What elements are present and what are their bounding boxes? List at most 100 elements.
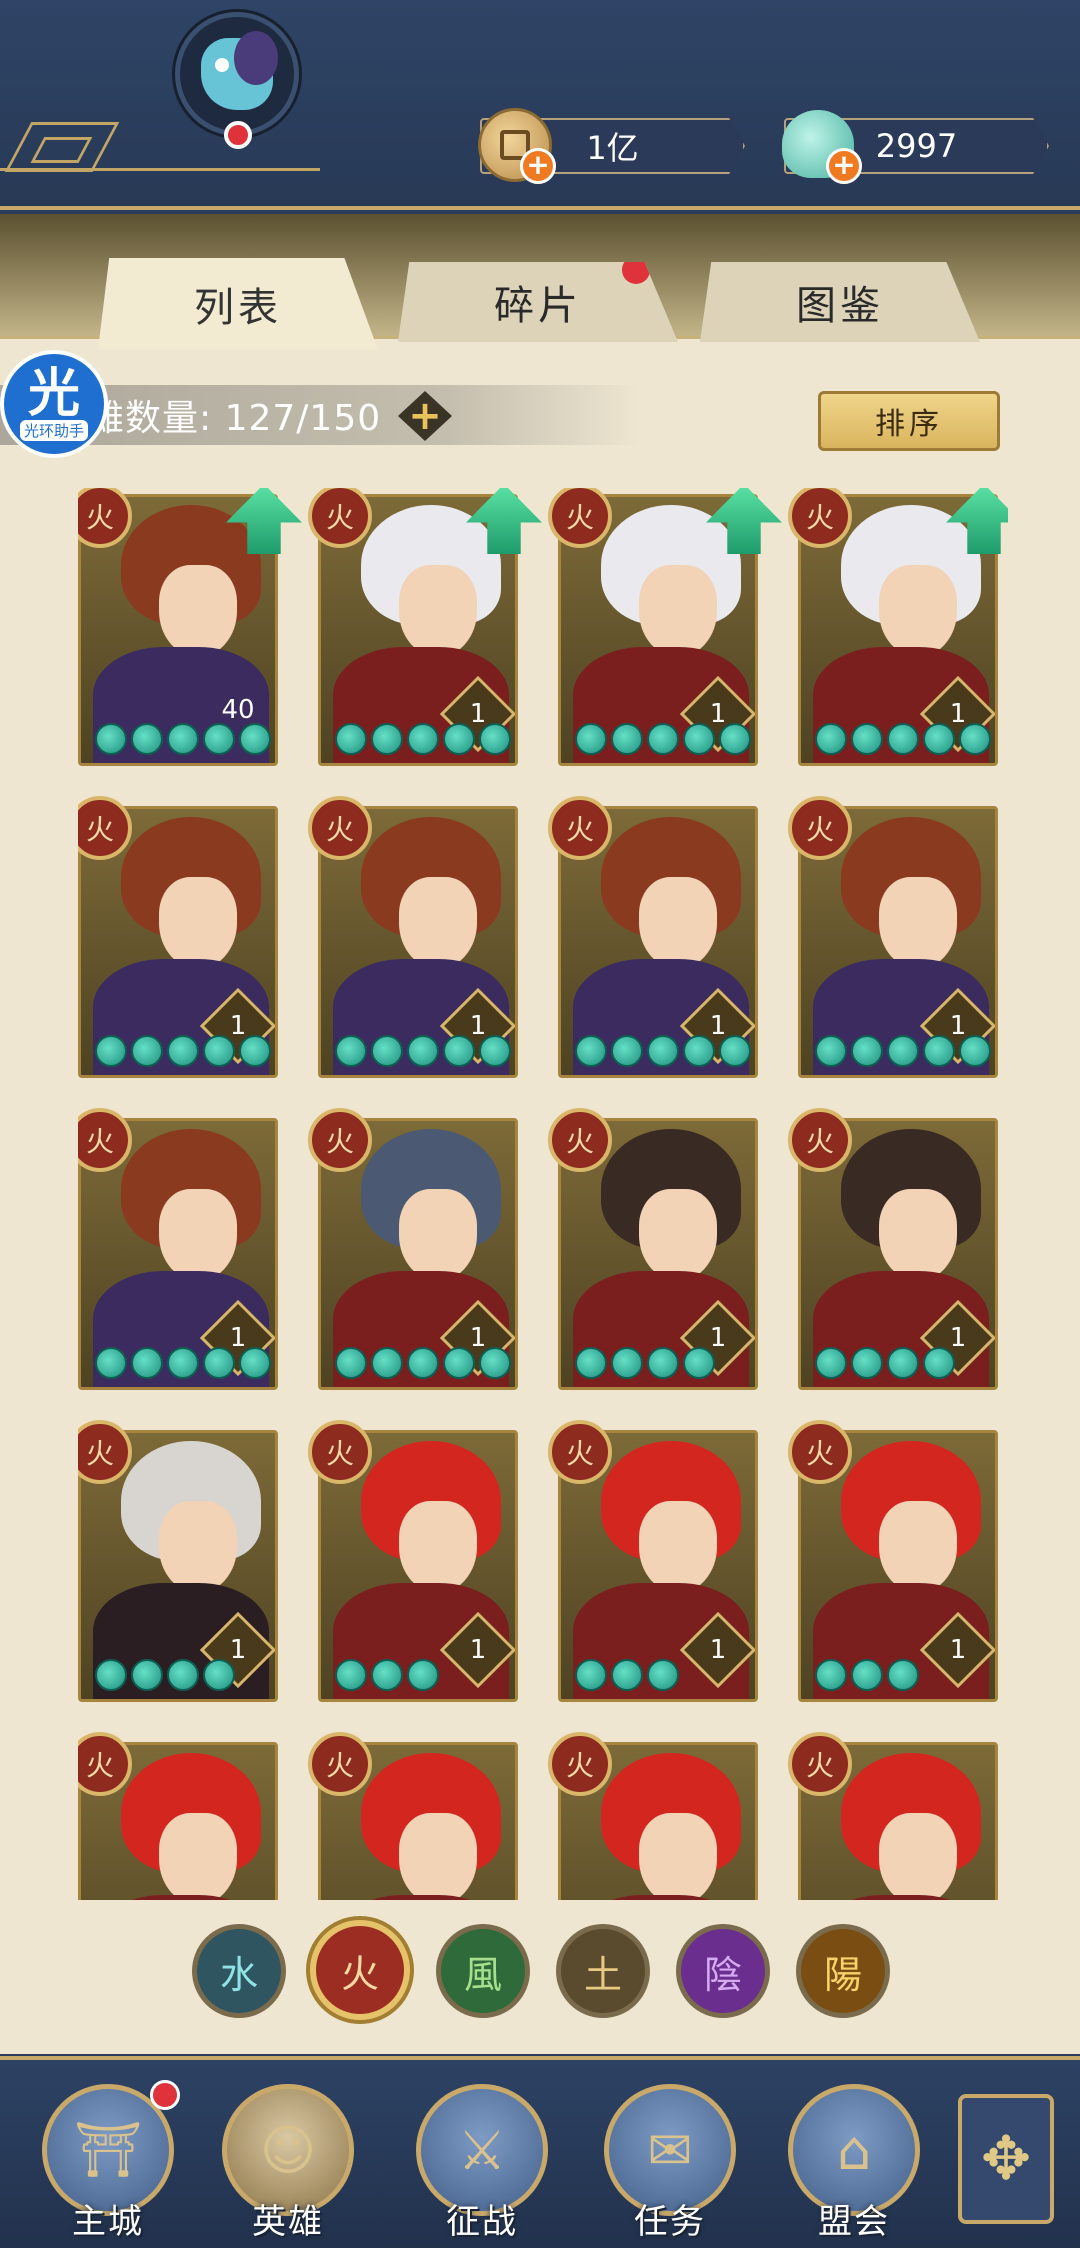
star-jade-icon	[575, 1659, 607, 1691]
tab-codex-label: 图鉴	[796, 283, 884, 329]
star-jade-icon	[95, 1659, 127, 1691]
helper-float-button[interactable]: 光 光环助手	[0, 350, 108, 458]
hero-portrait-body	[93, 1895, 269, 1900]
star-jade-icon	[575, 1035, 607, 1067]
star-jade-icon	[167, 1035, 199, 1067]
star-jade-icon	[851, 1035, 883, 1067]
nav-item-battle[interactable]: ⚔ 征战	[412, 2084, 552, 2244]
nav-label: 盟会	[818, 2202, 890, 2242]
hero-portrait-face	[159, 565, 237, 657]
fire-element-icon: 火	[548, 1732, 612, 1796]
fire-element-icon: 火	[548, 1420, 612, 1484]
star-jade-icon	[335, 1659, 367, 1691]
sort-button[interactable]: 排序	[818, 391, 1000, 451]
star-jade-icon	[959, 723, 991, 755]
nav-item-task[interactable]: ✉ 任务	[600, 2084, 740, 2244]
star-jade-icon	[611, 1347, 643, 1379]
hero-portrait-face	[159, 1813, 237, 1900]
filter-yin-button[interactable]: 陰	[676, 1924, 770, 2018]
tab-list[interactable]: 列表	[98, 258, 378, 350]
star-jade-icon	[923, 1347, 955, 1379]
star-jade-icon	[203, 723, 235, 755]
star-jade-icon	[815, 1035, 847, 1067]
hero-level-text: 1	[709, 1635, 727, 1665]
fire-element-icon: 火	[788, 1420, 852, 1484]
star-jade-icon	[611, 1035, 643, 1067]
hero-star-row	[815, 723, 991, 757]
nav-label: 征战	[446, 2202, 518, 2242]
nav-item-hero[interactable]: ☺ 英雄	[218, 2084, 358, 2244]
star-jade-icon	[647, 1035, 679, 1067]
filter-yang-button[interactable]: 陽	[796, 1924, 890, 2018]
add-gold-button[interactable]: +	[520, 148, 556, 184]
avatar-notification-dot	[224, 121, 252, 149]
star-jade-icon	[923, 723, 955, 755]
star-jade-icon	[683, 1347, 715, 1379]
hero-portrait-body	[333, 1895, 509, 1900]
nav-label: 英雄	[252, 2202, 324, 2242]
star-jade-icon	[959, 1035, 991, 1067]
hero-portrait-face	[399, 877, 477, 969]
filter-wind-button[interactable]: 風	[436, 1924, 530, 2018]
star-jade-icon	[371, 1659, 403, 1691]
element-filter-bar: 水火風土陰陽	[0, 1920, 1080, 2024]
star-jade-icon	[167, 723, 199, 755]
nav-item-guild[interactable]: ⌂ 盟会	[784, 2084, 924, 2244]
star-jade-icon	[239, 1347, 271, 1379]
avatar-hat-icon	[234, 31, 278, 85]
more-menu-button[interactable]: ✥	[958, 2094, 1054, 2224]
hero-star-row	[335, 1347, 511, 1381]
star-jade-icon	[131, 1347, 163, 1379]
tab-fragments[interactable]: 碎片	[398, 262, 678, 342]
fire-element-icon: 火	[308, 1420, 372, 1484]
hero-portrait-face	[879, 1501, 957, 1593]
hero-portrait-face	[159, 1189, 237, 1281]
star-jade-icon	[371, 1035, 403, 1067]
filter-fire-button[interactable]: 火	[310, 1920, 410, 2020]
hero-level-text: 1	[949, 1635, 967, 1665]
star-jade-icon	[479, 1035, 511, 1067]
hero-portrait-face	[639, 565, 717, 657]
star-jade-icon	[815, 1659, 847, 1691]
star-jade-icon	[887, 723, 919, 755]
jade-amount: 2997	[875, 127, 958, 165]
fire-element-icon: 火	[788, 1108, 852, 1172]
star-jade-icon	[647, 1659, 679, 1691]
star-jade-icon	[647, 723, 679, 755]
star-jade-icon	[335, 723, 367, 755]
hero-portrait-face	[399, 565, 477, 657]
star-jade-icon	[719, 1035, 751, 1067]
star-jade-icon	[95, 1347, 127, 1379]
star-jade-icon	[407, 1347, 439, 1379]
star-jade-icon	[371, 1347, 403, 1379]
top-bar: 1亿 + 2997 +	[0, 0, 1080, 210]
fire-element-icon: 火	[788, 796, 852, 860]
star-jade-icon	[239, 1035, 271, 1067]
hero-portrait-face	[879, 565, 957, 657]
hero-portrait-face	[639, 1189, 717, 1281]
star-jade-icon	[167, 1347, 199, 1379]
hero-star-row	[335, 723, 511, 757]
player-avatar[interactable]	[175, 12, 299, 149]
star-jade-icon	[815, 723, 847, 755]
star-jade-icon	[887, 1659, 919, 1691]
star-jade-icon	[851, 1347, 883, 1379]
hero-portrait-face	[639, 1813, 717, 1900]
star-jade-icon	[443, 1035, 475, 1067]
filter-earth-button[interactable]: 土	[556, 1924, 650, 2018]
star-jade-icon	[203, 1035, 235, 1067]
hero-star-row	[95, 723, 271, 757]
add-jade-button[interactable]: +	[826, 148, 862, 184]
filter-water-button[interactable]: 水	[192, 1924, 286, 2018]
helper-label: 光环助手	[19, 419, 88, 441]
hero-star-row	[95, 1035, 271, 1069]
nav-label: 任务	[634, 2202, 706, 2242]
star-jade-icon	[479, 1347, 511, 1379]
hero-portrait-face	[879, 877, 957, 969]
tab-codex[interactable]: 图鉴	[700, 262, 980, 342]
hero-portrait-face	[879, 1813, 957, 1900]
nav-item-castle[interactable]: ⛩ 主城	[38, 2080, 180, 2244]
star-jade-icon	[611, 723, 643, 755]
hero-star-row	[815, 1035, 991, 1069]
hero-star-row	[815, 1347, 955, 1381]
